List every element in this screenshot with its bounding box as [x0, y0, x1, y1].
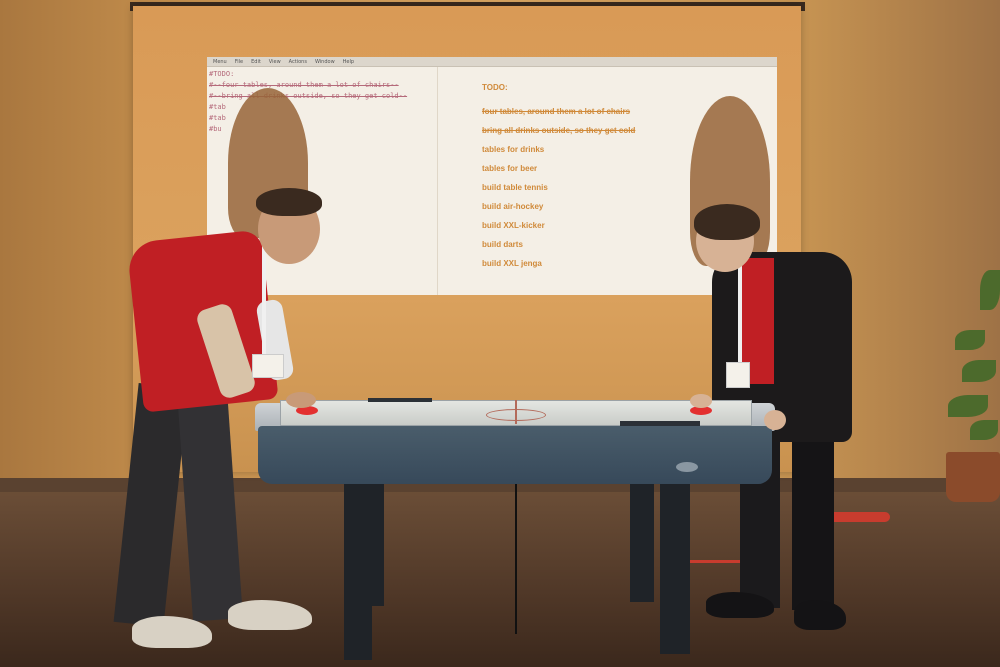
code-line: #TODO:: [209, 70, 235, 78]
todo-title: TODO:: [482, 83, 508, 92]
left-player-hair: [256, 188, 322, 216]
left-player-badge: [252, 354, 284, 378]
left-player-lanyard: [262, 236, 266, 354]
right-player-hair: [694, 204, 760, 240]
code-line: #--bring all drinks outside, so they get…: [209, 92, 408, 100]
plant-pot: [946, 452, 1000, 502]
right-player-lanyard: [738, 252, 742, 362]
right-player-hand: [764, 410, 786, 430]
right-player-hand: [690, 394, 712, 408]
table-body: [258, 426, 772, 484]
menu-item: Menu: [213, 58, 227, 65]
menu-item: Edit: [251, 58, 261, 65]
table-leg: [372, 484, 384, 606]
menu-item: Window: [314, 58, 335, 65]
plant-icon: [955, 330, 985, 350]
right-player-leg: [792, 430, 834, 610]
plant-leaf: [962, 360, 996, 382]
menu-item: View: [268, 58, 281, 65]
table-leg: [630, 484, 654, 602]
table-logo: [676, 462, 698, 472]
menu-item: Help: [342, 58, 355, 65]
code-line: #--four tables, around them a lot of cha…: [209, 81, 399, 89]
table-leg: [344, 484, 372, 660]
plant-leaf: [970, 420, 998, 440]
table-leg: [660, 484, 690, 654]
left-player-hand: [286, 392, 316, 408]
editor-menubar: Menu File Edit View Actions Window Help: [207, 57, 777, 67]
table-center-circle: [486, 409, 546, 421]
pane-divider: [437, 67, 438, 295]
right-player-badge: [726, 362, 750, 388]
table-goal: [368, 398, 432, 402]
menu-item: File: [234, 58, 244, 65]
plant-leaf: [980, 270, 1000, 310]
photo-scene: Menu File Edit View Actions Window Help …: [0, 0, 1000, 667]
black-cable: [515, 484, 517, 634]
plant-leaf: [948, 395, 988, 417]
menu-item: Actions: [288, 58, 307, 65]
